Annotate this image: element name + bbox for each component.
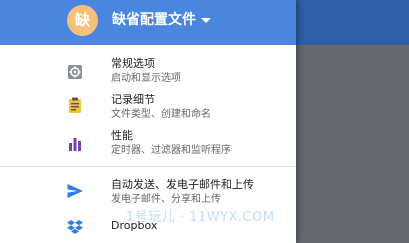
clipboard-icon (69, 97, 81, 113)
profile-title: 缺省配置文件 (112, 12, 196, 28)
menu-item-subtitle: 定时器、过滤器和监听程序 (111, 145, 231, 156)
dimmed-app-bar (296, 0, 409, 45)
menu-item-performance[interactable]: 性能 定时器、过滤器和监听程序 (0, 127, 296, 163)
menu-divider (0, 166, 296, 167)
menu-item-subtitle: 发电子邮件、分享和上传 (111, 194, 221, 205)
drawer-header: 缺 缺省配置文件 (0, 0, 296, 45)
profile-avatar[interactable]: 缺 (67, 5, 98, 36)
menu-item-title: 自动发送、发电子邮件和上传 (111, 178, 254, 191)
menu-item-title: 性能 (111, 129, 133, 142)
menu-item-recording-details[interactable]: 记录细节 文件类型、创建和命名 (0, 91, 296, 127)
menu-item-subtitle: 文件类型、创建和命名 (111, 109, 211, 120)
menu-item-general-options[interactable]: 常规选项 启动和显示选项 (0, 55, 296, 91)
profile-selector[interactable]: 缺省配置文件 (112, 9, 211, 31)
navigation-drawer: 缺 缺省配置文件 常规选项 启动和显示选项 记录细节 文件类型、创建和命名 性能… (0, 0, 296, 243)
gear-icon (68, 65, 82, 79)
dropbox-icon (67, 220, 83, 234)
menu-item-subtitle: 启动和显示选项 (111, 73, 181, 84)
menu-item-title: 记录细节 (111, 93, 155, 106)
menu-item-title: 常规选项 (111, 57, 155, 70)
menu-item-auto-send[interactable]: 自动发送、发电子邮件和上传 发电子邮件、分享和上传 (0, 176, 296, 210)
bar-chart-icon (69, 138, 81, 151)
watermark-text: 1号玩儿 · 11WYX.COM (126, 210, 275, 225)
send-icon (67, 184, 83, 198)
caret-down-icon (201, 17, 211, 23)
